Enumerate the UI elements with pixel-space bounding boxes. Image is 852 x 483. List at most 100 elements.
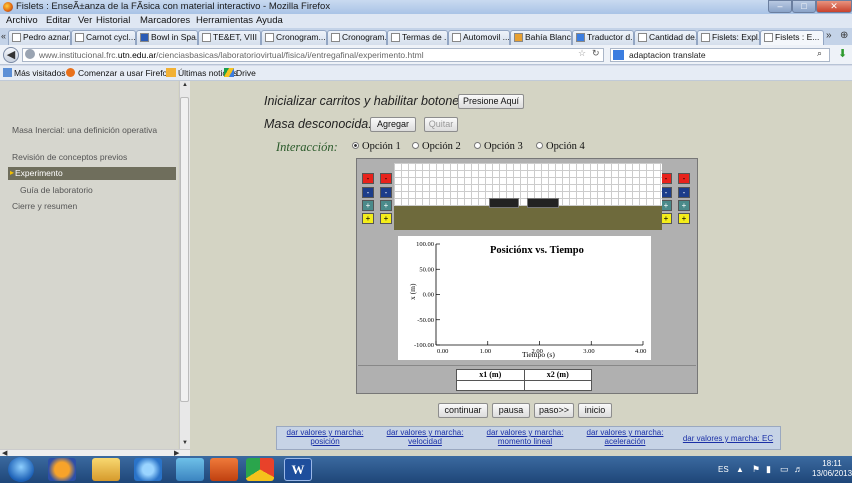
tab-pedro-aznar[interactable]: Pedro aznar... xyxy=(8,30,71,45)
clock[interactable]: 18:11 13/06/2013 xyxy=(812,459,852,479)
language-indicator[interactable]: ES xyxy=(718,465,729,474)
option-4-radio[interactable]: Opción 4 xyxy=(536,141,585,152)
app-taskbar-icon[interactable] xyxy=(176,458,204,481)
bookmark-comenzar-firefox[interactable]: Comenzar a usar Firefox xyxy=(78,68,172,78)
table-cell-x2 xyxy=(523,379,592,391)
link-velocidad[interactable]: dar valores y marcha: velocidad xyxy=(380,428,470,446)
tab-carnot-cycle[interactable]: Carnot cycl... xyxy=(71,30,136,45)
menu-archivo[interactable]: Archivo xyxy=(6,15,38,26)
close-button[interactable]: ✕ xyxy=(816,0,852,13)
maximize-button[interactable]: □ xyxy=(792,0,816,13)
tab-automovil[interactable]: Automovil ... xyxy=(448,30,510,45)
tab-cronograma-2[interactable]: Cronogram... xyxy=(327,30,387,45)
radio-icon xyxy=(536,142,543,149)
menu-marcadores[interactable]: Marcadores xyxy=(140,15,190,26)
step-button[interactable]: paso>> xyxy=(534,403,574,418)
cart2-plus-button-4[interactable]: + xyxy=(678,213,690,224)
ie-taskbar-icon[interactable] xyxy=(134,458,162,481)
tab-cronograma-1[interactable]: Cronogram... xyxy=(261,30,327,45)
cart2-plus-button-2[interactable]: + xyxy=(678,200,690,211)
firefox-taskbar-icon[interactable] xyxy=(48,458,76,481)
sidebar-item-guia[interactable]: Guía de laboratorio xyxy=(20,185,93,195)
cart1-plus-button-4[interactable]: + xyxy=(380,213,392,224)
cart-1[interactable] xyxy=(489,198,519,208)
cart1-minus-button-2[interactable]: - xyxy=(362,187,374,198)
search-engine-icon[interactable] xyxy=(613,50,624,60)
sidebar-item-cierre[interactable]: Cierre y resumen xyxy=(12,201,77,211)
new-tab-icon[interactable]: ⊕ xyxy=(840,30,848,41)
link-aceleracion[interactable]: dar valores y marcha: aceleración xyxy=(580,428,670,446)
continue-button[interactable]: continuar xyxy=(438,403,488,418)
tab-termas[interactable]: Termas de ... xyxy=(387,30,448,45)
cart-2[interactable] xyxy=(527,198,559,208)
sidebar-item-masa-inercial[interactable]: Masa Inercial: una definición operativa xyxy=(12,125,162,135)
cart1-plus-button[interactable]: + xyxy=(362,200,374,211)
option-1-radio[interactable]: Opción 1 xyxy=(352,141,401,152)
drive-icon xyxy=(224,68,234,77)
tab-scroll-left-icon[interactable]: « xyxy=(1,31,6,41)
explorer-taskbar-icon[interactable] xyxy=(92,458,120,481)
link-ec[interactable]: dar valores y marcha: EC xyxy=(678,434,778,443)
reload-icon[interactable]: ↻ xyxy=(592,48,600,59)
cart1-plus-button-3[interactable]: + xyxy=(362,213,374,224)
link-momento-lineal[interactable]: dar valores y marcha: momento lineal xyxy=(480,428,570,446)
site-identity-icon[interactable] xyxy=(25,49,35,59)
scroll-up-icon[interactable]: ▲ xyxy=(182,82,188,88)
tab-fislets-expl[interactable]: Fislets: Expl... xyxy=(697,30,760,45)
bookmark-drive[interactable]: Drive xyxy=(236,68,256,78)
url-bar[interactable]: www.institucional.frc.utn.edu.ar/ciencia… xyxy=(22,48,604,62)
remove-mass-button[interactable]: Quitar xyxy=(424,117,458,132)
init-label: Inicializar carritos y habilitar botones… xyxy=(264,94,469,108)
bookmarks-icon xyxy=(3,68,12,77)
tab-scroll-right-icon[interactable]: » xyxy=(826,30,832,41)
start-button[interactable]: inicio xyxy=(578,403,612,418)
sidebar-item-experimento[interactable]: ▸ Experimento xyxy=(8,167,176,180)
cart1-plus-button-2[interactable]: + xyxy=(380,200,392,211)
word-taskbar-icon[interactable]: W xyxy=(284,458,312,481)
media-taskbar-icon[interactable] xyxy=(210,458,238,481)
cart2-minus-button-2[interactable]: - xyxy=(678,173,690,184)
tab-cantidad[interactable]: Cantidad de... xyxy=(634,30,697,45)
search-icon[interactable]: ⌕ xyxy=(817,48,822,59)
chrome-taskbar-icon[interactable] xyxy=(246,458,274,481)
sidebar-scrollbar-thumb[interactable] xyxy=(180,97,189,402)
pause-button[interactable]: pausa xyxy=(492,403,530,418)
y-tick-label: 0.00 xyxy=(423,292,434,299)
tab-teet[interactable]: TE&ET, VIII ... xyxy=(198,30,261,45)
tab-bowl-in-spain[interactable]: Bowl in Spa... xyxy=(136,30,198,45)
back-button[interactable]: ◀ xyxy=(3,47,19,63)
menu-ver[interactable]: Ver xyxy=(78,15,92,26)
network-icon[interactable]: ▮ xyxy=(766,464,771,475)
option-2-radio[interactable]: Opción 2 xyxy=(412,141,461,152)
tab-fislets-active[interactable]: Fislets : E... xyxy=(760,30,824,45)
cart1-mass-minus-button[interactable]: - xyxy=(380,173,392,184)
tray-arrow-icon[interactable]: ▲ xyxy=(736,465,744,474)
graph-title: Posiciónx vs. Tiempo xyxy=(490,245,584,256)
tab-traductor[interactable]: Traductor d... xyxy=(572,30,634,45)
menu-ayuda[interactable]: Ayuda xyxy=(256,15,283,26)
cart1-speed-minus-button[interactable]: - xyxy=(362,173,374,184)
download-icon[interactable]: ⬇ xyxy=(838,47,847,60)
volume-icon[interactable]: ♬ xyxy=(794,464,803,474)
menu-herramientas[interactable]: Herramientas xyxy=(196,15,253,26)
menu-historial[interactable]: Historial xyxy=(96,15,130,26)
add-mass-button[interactable]: Agregar xyxy=(370,117,416,132)
link-posicion[interactable]: dar valores y marcha: posición xyxy=(280,428,370,446)
battery-icon[interactable]: ▭ xyxy=(780,464,789,475)
bookmark-star-icon[interactable]: ☆ xyxy=(578,48,586,59)
flag-icon[interactable]: ⚑ xyxy=(752,464,760,475)
search-input[interactable]: adaptacion translate xyxy=(610,48,830,62)
minimize-button[interactable]: – xyxy=(768,0,792,13)
press-here-button[interactable]: Presione Aquí xyxy=(458,94,524,109)
start-button-icon[interactable] xyxy=(8,457,34,482)
sidebar-item-revision[interactable]: Revisión de conceptos previos xyxy=(12,152,127,162)
y-tick-label: 100.00 xyxy=(416,241,434,248)
cart2-minus-button-4[interactable]: - xyxy=(678,187,690,198)
cart1-minus-button-3[interactable]: - xyxy=(380,187,392,198)
scroll-down-icon[interactable]: ▼ xyxy=(182,440,188,446)
menu-editar[interactable]: Editar xyxy=(46,15,71,26)
bookmark-mas-visitados[interactable]: Más visitados xyxy=(14,68,66,78)
option-3-radio[interactable]: Opción 3 xyxy=(474,141,523,152)
tab-bahia-blanca[interactable]: Bahía Blanc... xyxy=(510,30,572,45)
graph-svg: Posiciónx vs. Tiempo x (m) Tiempo (s) 0.… xyxy=(408,241,646,359)
